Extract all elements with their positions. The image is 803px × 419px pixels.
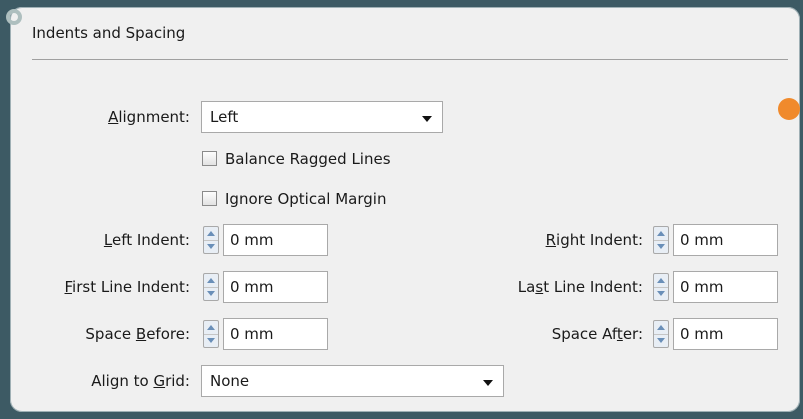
stepper[interactable] [653, 320, 669, 348]
space-before-label: Space Before: [85, 325, 190, 343]
space-after-label: Space After: [551, 325, 643, 343]
alignment-value: Left [210, 108, 239, 126]
last-line-indent-value: 0 mm [680, 278, 724, 296]
decrement-icon[interactable] [204, 334, 218, 348]
align-to-grid-dropdown[interactable]: None [201, 365, 504, 397]
section-title: Indents and Spacing [32, 24, 186, 42]
space-before-spinner[interactable]: 0 mm [203, 318, 328, 350]
orange-dot-indicator [778, 98, 800, 120]
decrement-icon[interactable] [654, 334, 668, 348]
last-line-indent-input[interactable]: 0 mm [673, 271, 778, 303]
right-indent-value: 0 mm [680, 231, 724, 249]
stepper[interactable] [653, 273, 669, 301]
decrement-icon[interactable] [654, 240, 668, 254]
increment-icon[interactable] [654, 227, 668, 240]
left-indent-spinner[interactable]: 0 mm [203, 224, 328, 256]
stepper[interactable] [653, 226, 669, 254]
corner-ring-icon [6, 9, 22, 25]
alignment-label: Alignment: [108, 108, 190, 126]
checkbox-box[interactable] [202, 191, 217, 206]
alignment-dropdown[interactable]: Left [201, 101, 443, 133]
right-indent-label: Right Indent: [545, 231, 643, 249]
align-to-grid-label: Align to Grid: [91, 372, 190, 390]
increment-icon[interactable] [204, 227, 218, 240]
first-line-indent-label: First Line Indent: [64, 278, 191, 296]
chevron-down-icon [483, 380, 493, 386]
align-to-grid-value: None [210, 372, 250, 390]
space-before-value: 0 mm [230, 325, 274, 343]
first-line-indent-input[interactable]: 0 mm [223, 271, 328, 303]
space-before-input[interactable]: 0 mm [223, 318, 328, 350]
left-indent-label: Left Indent: [103, 231, 190, 249]
divider [32, 59, 788, 60]
indents-spacing-panel: Indents and Spacing Alignment: Left Bala… [6, 7, 800, 412]
stepper[interactable] [203, 226, 219, 254]
balance-ragged-lines-label: Balance Ragged Lines [225, 150, 391, 168]
space-after-input[interactable]: 0 mm [673, 318, 778, 350]
last-line-indent-label: Last Line Indent: [517, 278, 643, 296]
decrement-icon[interactable] [204, 287, 218, 301]
left-indent-value: 0 mm [230, 231, 274, 249]
ignore-optical-margin-label: Ignore Optical Margin [225, 190, 387, 208]
decrement-icon[interactable] [204, 240, 218, 254]
decrement-icon[interactable] [654, 287, 668, 301]
space-after-value: 0 mm [680, 325, 724, 343]
last-line-indent-spinner[interactable]: 0 mm [653, 271, 778, 303]
left-indent-input[interactable]: 0 mm [223, 224, 328, 256]
first-line-indent-value: 0 mm [230, 278, 274, 296]
first-line-indent-spinner[interactable]: 0 mm [203, 271, 328, 303]
stepper[interactable] [203, 273, 219, 301]
increment-icon[interactable] [204, 321, 218, 334]
stepper[interactable] [203, 320, 219, 348]
increment-icon[interactable] [204, 274, 218, 287]
right-indent-spinner[interactable]: 0 mm [653, 224, 778, 256]
right-indent-input[interactable]: 0 mm [673, 224, 778, 256]
space-after-spinner[interactable]: 0 mm [653, 318, 778, 350]
chevron-down-icon [422, 116, 432, 122]
checkbox-box[interactable] [202, 151, 217, 166]
increment-icon[interactable] [654, 274, 668, 287]
increment-icon[interactable] [654, 321, 668, 334]
